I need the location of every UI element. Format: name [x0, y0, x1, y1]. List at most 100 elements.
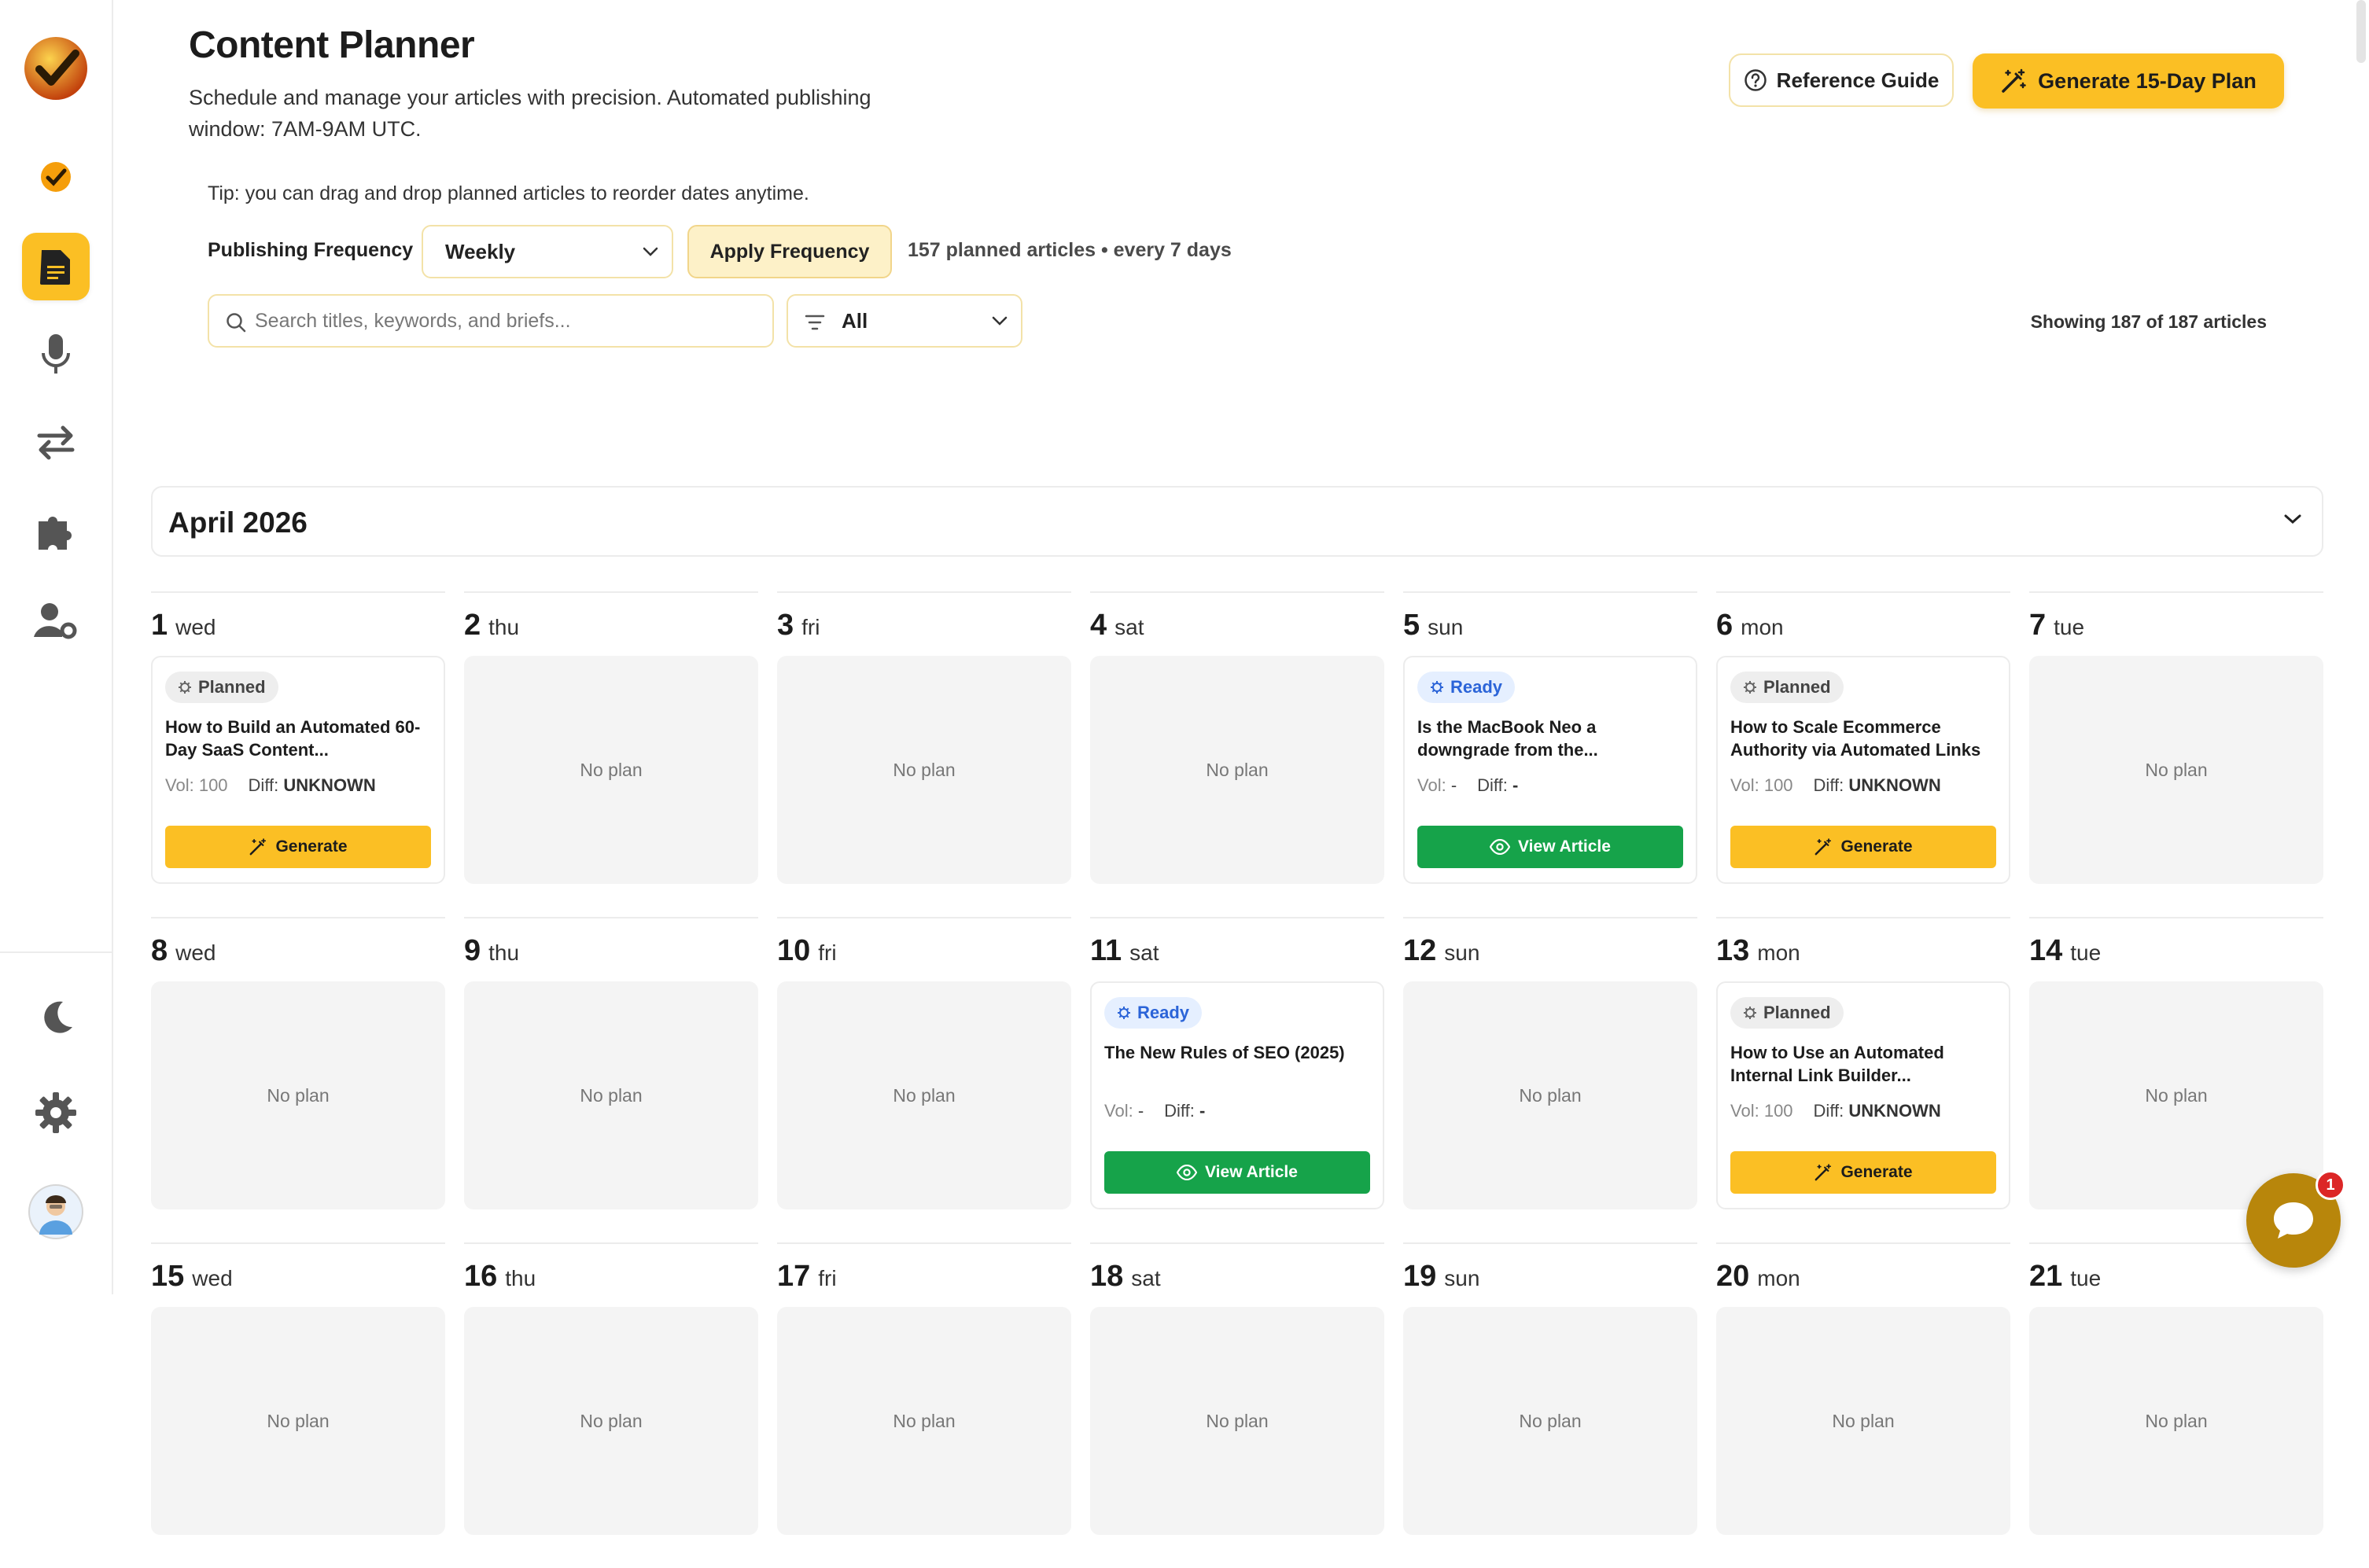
eye-icon [1177, 1165, 1198, 1180]
theme-toggle-button[interactable] [22, 983, 90, 1051]
article-title: How to Use an Automated Internal Link Bu… [1730, 1043, 1944, 1085]
sidebar-item-content-planner[interactable] [22, 233, 90, 300]
day-number: 18 [1090, 1260, 1124, 1293]
view-article-button[interactable]: View Article [1104, 1151, 1370, 1194]
empty-day-slot[interactable]: No plan [1090, 656, 1384, 884]
article-card[interactable]: Ready The New Rules of SEO (2025) Vol: - Di… [1090, 981, 1384, 1209]
logo-icon[interactable] [22, 35, 90, 102]
generate-article-button[interactable]: Generate [165, 826, 431, 868]
empty-day-slot[interactable]: No plan [1403, 981, 1697, 1209]
filter-icon [805, 315, 825, 330]
generate-article-button[interactable]: Generate [1730, 1151, 1996, 1194]
chat-launcher-button[interactable]: 1 [2246, 1170, 2345, 1268]
view-article-button[interactable]: View Article [1417, 826, 1683, 868]
sidebar-item-home[interactable] [22, 143, 90, 211]
empty-day-slot[interactable]: No plan [151, 981, 445, 1209]
day-header: 13 mon [1716, 934, 2010, 969]
no-plan-label: No plan [1519, 1410, 1582, 1431]
calendar-day: 6 mon Planned How to Scale Ecommerce Author… [1716, 591, 2010, 884]
calendar-day: 12 sun No plan [1403, 917, 1697, 1209]
empty-day-slot[interactable]: No plan [2029, 656, 2323, 884]
difficulty-label: Diff: [1164, 1101, 1195, 1121]
day-header: 10 fri [777, 934, 1071, 969]
article-meta: Vol: 100 Diff: UNKNOWN [1730, 1101, 1996, 1121]
empty-day-slot[interactable]: No plan [777, 981, 1071, 1209]
day-header: 14 tue [2029, 934, 2323, 969]
article-title: How to Build an Automated 60-Day SaaS Co… [165, 717, 421, 760]
chat-unread-badge: 1 [2316, 1170, 2345, 1200]
difficulty-label: Diff: [1813, 1101, 1844, 1121]
article-card[interactable]: Planned How to Build an Automated 60-Day … [151, 656, 445, 884]
sidebar-item-audio[interactable] [22, 321, 90, 388]
day-number: 15 [151, 1260, 185, 1293]
chat-bubble-icon [2274, 1202, 2313, 1239]
day-number: 8 [151, 934, 168, 967]
empty-day-slot[interactable]: No plan [2029, 1307, 2323, 1535]
planned-summary: 157 planned articles • every 7 days [908, 239, 1232, 261]
day-header: 17 fri [777, 1260, 1071, 1294]
difficulty-value: UNKNOWN [283, 775, 376, 795]
empty-day-slot[interactable]: No plan [777, 656, 1071, 884]
eye-icon [1490, 839, 1511, 855]
calendar-day: 14 tue No plan [2029, 917, 2323, 1209]
day-number: 21 [2029, 1260, 2063, 1293]
empty-day-slot[interactable]: No plan [1403, 1307, 1697, 1535]
article-card[interactable]: Planned How to Use an Automated Internal … [1716, 981, 2010, 1209]
volume-value: - [1450, 775, 1457, 795]
calendar-day: 13 mon Planned How to Use an Automated Inte… [1716, 917, 2010, 1209]
apply-frequency-button[interactable]: Apply Frequency [687, 225, 892, 278]
microphone-icon [42, 334, 70, 374]
calendar-day: 7 tue No plan [2029, 591, 2323, 884]
generate-plan-button[interactable]: Generate 15-Day Plan [1973, 53, 2284, 109]
empty-day-slot[interactable]: No plan [151, 1307, 445, 1535]
calendar-day: 18 sat No plan [1090, 1242, 1384, 1535]
calendar-day: 20 mon No plan [1716, 1242, 2010, 1535]
settings-button[interactable] [22, 1079, 90, 1147]
status-badge: Planned [1730, 997, 1844, 1029]
status-label: Planned [1763, 677, 1831, 697]
empty-day-slot[interactable]: No plan [464, 981, 758, 1209]
empty-day-slot[interactable]: No plan [1716, 1307, 2010, 1535]
article-title: How to Scale Ecommerce Authority via Aut… [1730, 717, 1981, 760]
moon-icon [44, 1001, 72, 1033]
search-input[interactable] [253, 308, 744, 333]
search-field[interactable] [208, 294, 774, 348]
sidebar-item-sync[interactable] [22, 409, 90, 477]
calendar-day: 15 wed No plan [151, 1242, 445, 1535]
empty-day-slot[interactable]: No plan [464, 656, 758, 884]
day-header: 12 sun [1403, 934, 1697, 969]
month-accordion[interactable]: April 2026 [151, 486, 2323, 557]
frequency-select[interactable]: Weekly [422, 225, 673, 278]
user-settings-icon [34, 603, 77, 639]
status-badge: Ready [1104, 997, 1203, 1029]
frequency-label: Publishing Frequency [208, 239, 414, 261]
no-plan-label: No plan [2145, 1410, 2208, 1431]
calendar-day: 10 fri No plan [777, 917, 1071, 1209]
day-name: sat [1129, 940, 1159, 965]
difficulty-label: Diff: [248, 775, 279, 795]
article-meta: Vol: 100 Diff: UNKNOWN [165, 775, 431, 796]
article-title: Is the MacBook Neo a downgrade from the.… [1417, 717, 1598, 760]
day-name: wed [192, 1266, 233, 1290]
no-plan-label: No plan [267, 1084, 330, 1106]
no-plan-label: No plan [1206, 1410, 1269, 1431]
article-card[interactable]: Planned How to Scale Ecommerce Authority … [1716, 656, 2010, 884]
day-name: tue [2054, 615, 2085, 639]
day-header: 8 wed [151, 934, 445, 969]
sidebar-item-integrations[interactable] [22, 497, 90, 565]
status-filter-select[interactable]: All [787, 294, 1022, 348]
day-header: 15 wed [151, 1260, 445, 1294]
user-avatar-button[interactable] [22, 1178, 90, 1246]
reference-guide-button[interactable]: Reference Guide [1729, 53, 1954, 107]
empty-day-slot[interactable]: No plan [777, 1307, 1071, 1535]
article-card[interactable]: Ready Is the MacBook Neo a downgrade from… [1403, 656, 1697, 884]
empty-day-slot[interactable]: No plan [464, 1307, 758, 1535]
day-name: tue [2070, 1266, 2102, 1290]
scrollbar[interactable] [2356, 0, 2366, 63]
difficulty-value: - [1199, 1101, 1206, 1121]
day-number: 9 [464, 934, 481, 967]
sidebar-item-user-settings[interactable] [22, 587, 90, 654]
generate-article-button[interactable]: Generate [1730, 826, 1996, 868]
calendar-grid: 1 wed Planned How to Build an Automated 60-… [151, 591, 2323, 1568]
empty-day-slot[interactable]: No plan [1090, 1307, 1384, 1535]
